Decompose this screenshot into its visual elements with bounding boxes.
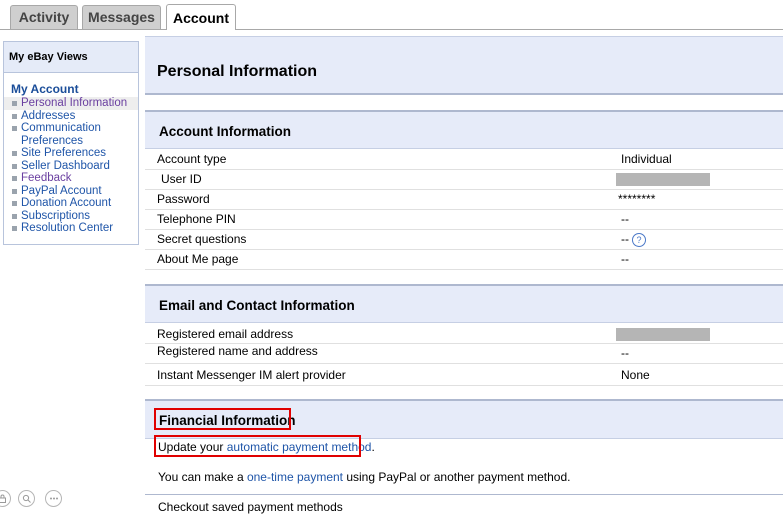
row-value: -- (621, 232, 629, 246)
sidebar-item-label: Seller Dashboard (21, 159, 110, 172)
onetime-prefix-text: You can make a (158, 470, 247, 484)
sidebar-item-label: Resolution Center (21, 222, 114, 234)
bullet-icon (12, 151, 17, 156)
bullet-icon (12, 188, 17, 194)
account-information-header: Account Information (145, 110, 783, 149)
tab-account[interactable]: Account (166, 4, 236, 30)
update-suffix-text: . (371, 440, 375, 454)
redacted-email (616, 328, 710, 341)
sidebar-item-feedback[interactable]: Feedback (4, 172, 138, 185)
sidebar-item-site-preferences[interactable]: Site Preferences (4, 147, 138, 160)
onetime-suffix-text: using PayPal or another payment method. (343, 470, 571, 484)
bullet-icon (12, 126, 17, 131)
row-value: -- (621, 252, 629, 266)
im-alert-provider-row: Instant Messenger IM alert provider None (145, 364, 783, 386)
email-contact-header: Email and Contact Information (145, 284, 783, 323)
sidebar-item-seller-dashboard[interactable]: Seller Dashboard (4, 160, 138, 173)
registered-name-row: Registered name and address -- (145, 344, 783, 364)
sidebar-item-label: Feedback (21, 172, 72, 184)
my-ebay-sidebar: My eBay Views My Account Personal Inform… (3, 41, 139, 245)
lock-icon[interactable] (0, 490, 11, 507)
row-label: Password (157, 192, 210, 206)
row-value: -- (621, 346, 629, 360)
row-label: About Me page (157, 252, 239, 266)
one-time-payment-line: You can make a one-time payment using Pa… (158, 470, 570, 484)
bullet-icon (12, 201, 17, 206)
sidebar-item-subscriptions[interactable]: Subscriptions (4, 210, 138, 223)
bullet-icon (12, 176, 17, 181)
more-icon[interactable] (45, 490, 62, 507)
row-label: Telephone PIN (157, 212, 236, 226)
sidebar-item-personal-information[interactable]: Personal Information (4, 97, 138, 110)
bullet-icon (12, 113, 17, 119)
row-label: Secret questions (157, 232, 247, 246)
row-value: Individual (621, 152, 672, 166)
checkout-saved-payment-methods-label: Checkout saved payment methods (158, 500, 343, 514)
tab-activity[interactable]: Activity (10, 5, 78, 29)
sidebar-item-communication-preferences[interactable]: Communication Preferences (4, 122, 138, 147)
tab-bar: Activity Messages Account (0, 0, 783, 30)
row-value: ******** (618, 192, 656, 206)
bullet-icon (12, 226, 17, 231)
row-value: -- (621, 212, 629, 226)
telephone-pin-row: Telephone PIN -- (145, 210, 783, 230)
divider (145, 494, 783, 495)
row-value: None (621, 368, 650, 382)
one-time-payment-link[interactable]: one-time payment (247, 470, 343, 484)
password-row: Password ******** (145, 190, 783, 210)
highlight-box-financial-header (154, 408, 291, 430)
sidebar-item-donation-account[interactable]: Donation Account (4, 197, 138, 210)
sidebar-item-label: Subscriptions (21, 209, 91, 222)
bullet-icon (12, 163, 17, 169)
sidebar-item-label: PayPal Account (21, 184, 102, 197)
tab-messages[interactable]: Messages (82, 5, 161, 29)
sidebar-section-my-account[interactable]: My Account (11, 82, 138, 96)
row-value-wrap: --? (621, 230, 646, 249)
row-label: Account type (157, 152, 227, 166)
sidebar-menu: Personal Information Addresses Communica… (4, 97, 138, 235)
sidebar-item-label: Communication Preferences (21, 122, 101, 147)
sidebar-item-paypal-account[interactable]: PayPal Account (4, 185, 138, 198)
sidebar-item-label: Personal Information (21, 97, 128, 109)
sidebar-item-label: Donation Account (21, 197, 112, 209)
redacted-user-id (616, 173, 710, 186)
secret-questions-row: Secret questions --? (145, 230, 783, 250)
sidebar-item-label: Addresses (21, 109, 76, 122)
highlight-box-update-payment (154, 435, 361, 457)
sidebar-item-resolution-center[interactable]: Resolution Center (4, 222, 138, 235)
sidebar-item-label: Site Preferences (21, 147, 107, 159)
page-title: Personal Information (145, 36, 783, 95)
about-me-row: About Me page -- (145, 250, 783, 270)
magnifier-icon[interactable] (18, 490, 35, 507)
row-label: Registered name and address (157, 344, 318, 358)
main-content: Personal Information Account Information… (145, 36, 783, 514)
tab-baseline (0, 29, 783, 30)
row-label: User ID (161, 172, 202, 186)
user-id-row: User ID (145, 170, 783, 190)
question-mark-icon[interactable]: ? (632, 232, 646, 247)
bullet-icon (12, 101, 17, 106)
sidebar-item-addresses[interactable]: Addresses (4, 110, 138, 123)
sidebar-header: My eBay Views (4, 42, 138, 73)
account-type-row: Account type Individual (145, 150, 783, 170)
bullet-icon (12, 213, 17, 219)
row-label: Instant Messenger IM alert provider (157, 368, 346, 382)
